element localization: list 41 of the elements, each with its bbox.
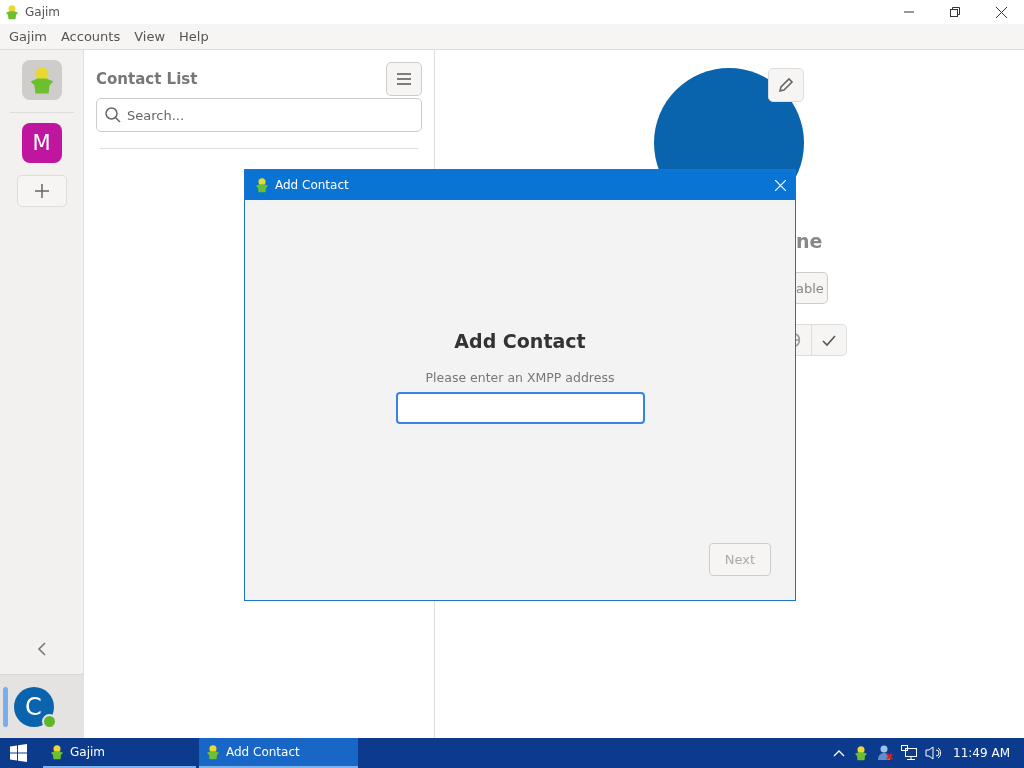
gajim-logo-icon bbox=[4, 4, 20, 20]
restore-icon[interactable] bbox=[950, 7, 960, 17]
gajim-logo-icon bbox=[49, 744, 65, 760]
edit-button[interactable] bbox=[768, 68, 804, 102]
pencil-icon bbox=[778, 77, 794, 93]
search-field[interactable]: Search... bbox=[96, 98, 422, 132]
menu-item[interactable]: View bbox=[127, 29, 173, 44]
workspace-button[interactable]: M bbox=[21, 123, 62, 163]
taskbar-button[interactable]: Add Contact bbox=[199, 738, 358, 768]
gajim-logo-icon bbox=[254, 177, 270, 193]
window-title: Gajim bbox=[25, 5, 61, 19]
speaker-icon[interactable] bbox=[925, 745, 942, 761]
status-button[interactable] bbox=[796, 324, 812, 356]
menu-icon bbox=[397, 73, 411, 85]
collapse-icon[interactable] bbox=[36, 642, 47, 656]
windows-start-icon[interactable] bbox=[9, 744, 27, 762]
menu-item[interactable]: Gajim bbox=[2, 29, 54, 44]
prompt-text: Please enter an XMPP address bbox=[425, 370, 615, 385]
plus-icon bbox=[34, 184, 49, 198]
close-icon[interactable] bbox=[995, 6, 1007, 18]
contact-name: ne bbox=[796, 230, 824, 252]
panel-title: Contact List bbox=[96, 70, 198, 88]
chevron-up-icon[interactable] bbox=[833, 749, 846, 757]
account-avatar[interactable]: C bbox=[13, 686, 54, 727]
clock-time[interactable]: 11:49 AM bbox=[953, 746, 1010, 760]
check-icon bbox=[822, 333, 836, 347]
network-icon[interactable] bbox=[901, 745, 918, 761]
person-error-icon[interactable] bbox=[877, 745, 894, 761]
dialog-title: Add Contact bbox=[275, 178, 350, 192]
close-icon bbox=[774, 179, 786, 191]
add-workspace-button[interactable] bbox=[16, 175, 67, 207]
taskbar-button[interactable]: Gajim bbox=[43, 738, 196, 768]
dialog-heading: Add Contact bbox=[454, 330, 586, 352]
gajim-logo-icon bbox=[205, 744, 221, 760]
menu-button[interactable] bbox=[386, 62, 422, 96]
address-field[interactable] bbox=[395, 392, 645, 424]
menu-item[interactable]: Accounts bbox=[53, 29, 128, 44]
confirm-button[interactable] bbox=[812, 324, 847, 356]
menu-item[interactable]: Help bbox=[172, 29, 216, 44]
search-icon bbox=[105, 107, 121, 123]
avatar-letter: C bbox=[25, 692, 42, 721]
